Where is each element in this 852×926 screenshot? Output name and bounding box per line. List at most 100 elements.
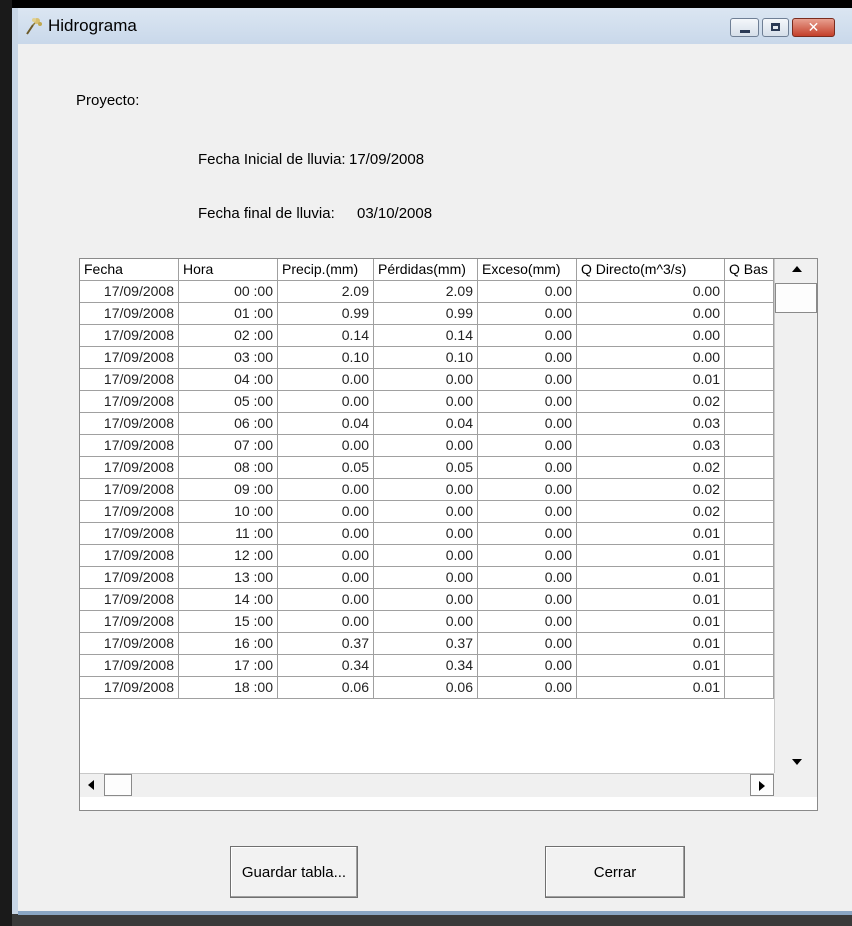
cell-q-base[interactable] — [725, 325, 774, 347]
cell-fecha[interactable]: 17/09/2008 — [80, 589, 179, 611]
cell-q-directo[interactable]: 0.01 — [577, 633, 725, 655]
cell-q-base[interactable] — [725, 611, 774, 633]
cell-exceso[interactable]: 0.00 — [478, 567, 577, 589]
scroll-up-button[interactable] — [775, 259, 817, 281]
cell-precip[interactable]: 0.00 — [278, 479, 374, 501]
cell-precip[interactable]: 0.00 — [278, 545, 374, 567]
minimize-button[interactable] — [730, 18, 759, 37]
cell-perdidas[interactable]: 0.00 — [374, 567, 478, 589]
cell-q-base[interactable] — [725, 589, 774, 611]
table-row[interactable]: 17/09/2008 08 :00 0.05 0.05 0.00 0.02 — [80, 457, 817, 479]
cell-fecha[interactable]: 17/09/2008 — [80, 435, 179, 457]
header-perdidas[interactable]: Pérdidas(mm) — [374, 259, 478, 281]
table-row[interactable]: 17/09/2008 15 :00 0.00 0.00 0.00 0.01 — [80, 611, 817, 633]
cell-q-base[interactable] — [725, 567, 774, 589]
cell-precip[interactable]: 0.99 — [278, 303, 374, 325]
vertical-scroll-thumb[interactable] — [775, 283, 817, 313]
maximize-button[interactable] — [762, 18, 789, 37]
cell-q-base[interactable] — [725, 281, 774, 303]
cell-perdidas[interactable]: 0.00 — [374, 369, 478, 391]
table-row[interactable]: 17/09/2008 01 :00 0.99 0.99 0.00 0.00 — [80, 303, 817, 325]
title-bar[interactable]: Hidrograma ✕ — [18, 8, 852, 44]
cell-q-directo[interactable]: 0.01 — [577, 589, 725, 611]
cell-exceso[interactable]: 0.00 — [478, 435, 577, 457]
cell-q-directo[interactable]: 0.01 — [577, 523, 725, 545]
cell-q-base[interactable] — [725, 413, 774, 435]
cell-precip[interactable]: 0.00 — [278, 589, 374, 611]
cell-exceso[interactable]: 0.00 — [478, 501, 577, 523]
cell-perdidas[interactable]: 0.37 — [374, 633, 478, 655]
guardar-tabla-button[interactable]: Guardar tabla... — [230, 846, 358, 898]
cell-perdidas[interactable]: 0.34 — [374, 655, 478, 677]
cell-exceso[interactable]: 0.00 — [478, 369, 577, 391]
table-row[interactable]: 17/09/2008 14 :00 0.00 0.00 0.00 0.01 — [80, 589, 817, 611]
cell-q-base[interactable] — [725, 435, 774, 457]
scroll-right-button[interactable] — [750, 774, 774, 796]
cell-q-directo[interactable]: 0.01 — [577, 611, 725, 633]
cell-fecha[interactable]: 17/09/2008 — [80, 523, 179, 545]
cell-perdidas[interactable]: 0.14 — [374, 325, 478, 347]
cell-hora[interactable]: 10 :00 — [179, 501, 278, 523]
cell-hora[interactable]: 07 :00 — [179, 435, 278, 457]
cell-hora[interactable]: 16 :00 — [179, 633, 278, 655]
cell-exceso[interactable]: 0.00 — [478, 391, 577, 413]
cell-fecha[interactable]: 17/09/2008 — [80, 457, 179, 479]
cell-perdidas[interactable]: 0.99 — [374, 303, 478, 325]
cell-perdidas[interactable]: 0.04 — [374, 413, 478, 435]
cell-fecha[interactable]: 17/09/2008 — [80, 655, 179, 677]
cell-perdidas[interactable]: 0.00 — [374, 479, 478, 501]
hidrograma-table[interactable]: Fecha Hora Precip.(mm) Pérdidas(mm) Exce… — [79, 258, 818, 811]
cell-fecha[interactable]: 17/09/2008 — [80, 479, 179, 501]
cell-q-directo[interactable]: 0.00 — [577, 281, 725, 303]
cell-hora[interactable]: 13 :00 — [179, 567, 278, 589]
cerrar-button[interactable]: Cerrar — [545, 846, 685, 898]
table-row[interactable]: 17/09/2008 06 :00 0.04 0.04 0.00 0.03 — [80, 413, 817, 435]
cell-hora[interactable]: 00 :00 — [179, 281, 278, 303]
cell-precip[interactable]: 2.09 — [278, 281, 374, 303]
cell-perdidas[interactable]: 0.00 — [374, 611, 478, 633]
cell-precip[interactable]: 0.00 — [278, 369, 374, 391]
table-row[interactable]: 17/09/2008 17 :00 0.34 0.34 0.00 0.01 — [80, 655, 817, 677]
cell-perdidas[interactable]: 0.00 — [374, 391, 478, 413]
cell-precip[interactable]: 0.34 — [278, 655, 374, 677]
cell-q-directo[interactable]: 0.02 — [577, 501, 725, 523]
cell-hora[interactable]: 12 :00 — [179, 545, 278, 567]
cell-q-directo[interactable]: 0.00 — [577, 303, 725, 325]
cell-perdidas[interactable]: 0.00 — [374, 589, 478, 611]
header-exceso[interactable]: Exceso(mm) — [478, 259, 577, 281]
table-row[interactable]: 17/09/2008 10 :00 0.00 0.00 0.00 0.02 — [80, 501, 817, 523]
cell-exceso[interactable]: 0.00 — [478, 281, 577, 303]
table-row[interactable]: 17/09/2008 00 :00 2.09 2.09 0.00 0.00 — [80, 281, 817, 303]
header-hora[interactable]: Hora — [179, 259, 278, 281]
cell-fecha[interactable]: 17/09/2008 — [80, 413, 179, 435]
cell-hora[interactable]: 11 :00 — [179, 523, 278, 545]
table-row[interactable]: 17/09/2008 13 :00 0.00 0.00 0.00 0.01 — [80, 567, 817, 589]
cell-hora[interactable]: 03 :00 — [179, 347, 278, 369]
cell-q-directo[interactable]: 0.01 — [577, 655, 725, 677]
cell-precip[interactable]: 0.05 — [278, 457, 374, 479]
vertical-scrollbar[interactable] — [774, 259, 817, 773]
cell-precip[interactable]: 0.00 — [278, 523, 374, 545]
cell-precip[interactable]: 0.00 — [278, 501, 374, 523]
cell-hora[interactable]: 18 :00 — [179, 677, 278, 699]
cell-hora[interactable]: 04 :00 — [179, 369, 278, 391]
cell-exceso[interactable]: 0.00 — [478, 611, 577, 633]
cell-fecha[interactable]: 17/09/2008 — [80, 545, 179, 567]
cell-perdidas[interactable]: 0.10 — [374, 347, 478, 369]
cell-q-directo[interactable]: 0.01 — [577, 677, 725, 699]
table-row[interactable]: 17/09/2008 16 :00 0.37 0.37 0.00 0.01 — [80, 633, 817, 655]
cell-precip[interactable]: 0.00 — [278, 435, 374, 457]
cell-precip[interactable]: 0.00 — [278, 567, 374, 589]
cell-exceso[interactable]: 0.00 — [478, 523, 577, 545]
table-row[interactable]: 17/09/2008 18 :00 0.06 0.06 0.00 0.01 — [80, 677, 817, 699]
cell-fecha[interactable]: 17/09/2008 — [80, 677, 179, 699]
cell-fecha[interactable]: 17/09/2008 — [80, 347, 179, 369]
header-q-base[interactable]: Q Bas — [725, 259, 774, 281]
table-row[interactable]: 17/09/2008 09 :00 0.00 0.00 0.00 0.02 — [80, 479, 817, 501]
table-row[interactable]: 17/09/2008 12 :00 0.00 0.00 0.00 0.01 — [80, 545, 817, 567]
horizontal-scrollbar[interactable] — [80, 773, 774, 797]
cell-q-base[interactable] — [725, 347, 774, 369]
cell-perdidas[interactable]: 0.06 — [374, 677, 478, 699]
table-row[interactable]: 17/09/2008 05 :00 0.00 0.00 0.00 0.02 — [80, 391, 817, 413]
cell-hora[interactable]: 01 :00 — [179, 303, 278, 325]
